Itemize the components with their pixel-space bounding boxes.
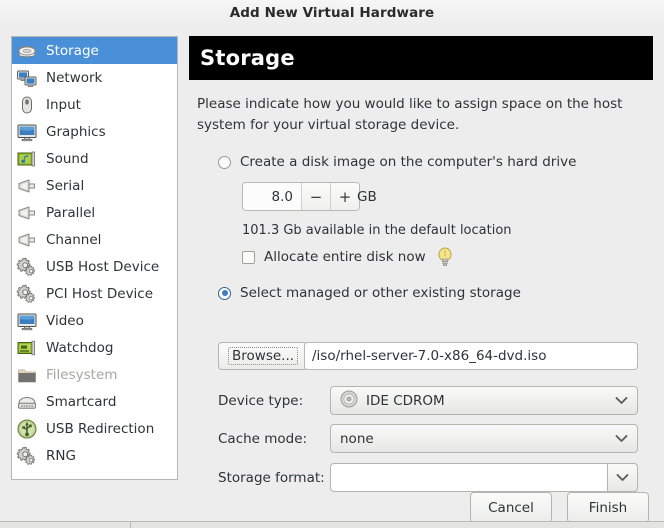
cancel-button[interactable]: Cancel (470, 492, 552, 523)
sidebar-item-label: RNG (46, 448, 76, 464)
cache-mode-value: none (340, 431, 374, 447)
sidebar-item-label: Parallel (46, 205, 95, 221)
allocate-disk-row[interactable]: Allocate entire disk now (242, 247, 454, 267)
smartcard-reader-icon (16, 391, 38, 413)
gears-icon (16, 283, 38, 305)
sidebar-item-usb-host-device[interactable]: USB Host Device (12, 253, 177, 280)
pane-description: Please indicate how you would like to as… (197, 94, 627, 136)
chevron-down-icon[interactable] (615, 387, 628, 414)
sidebar-item-filesystem[interactable]: Filesystem (12, 361, 177, 388)
allocate-disk-checkbox[interactable] (242, 251, 255, 264)
sidebar-item-label: USB Host Device (46, 259, 159, 275)
sidebar-item-label: Filesystem (46, 367, 117, 383)
browse-button[interactable]: Browse... (218, 342, 308, 370)
sidebar-item-label: Input (46, 97, 81, 113)
disk-size-increment-button[interactable]: + (330, 183, 359, 210)
monitor-icon (16, 121, 38, 143)
create-disk-radio[interactable] (218, 156, 231, 169)
cancel-button-label: Cancel (488, 500, 534, 516)
add-hardware-dialog: Add New Virtual Hardware Storage Network I… (0, 0, 664, 528)
network-icon (16, 67, 38, 89)
disk-size-decrement-button[interactable]: − (301, 183, 330, 210)
pane-title: Storage (200, 46, 295, 70)
sidebar-item-smartcard[interactable]: Smartcard (12, 388, 177, 415)
hard-disk-icon (16, 40, 38, 62)
disk-size-stepper[interactable]: 8.0 − + (242, 182, 360, 211)
hardware-category-list[interactable]: Storage Network Input Graphics Sound Serial Pa… (11, 36, 178, 480)
cache-mode-combo[interactable]: none (330, 424, 638, 453)
dialog-body: Storage Network Input Graphics Sound Serial Pa… (0, 26, 664, 528)
window-title: Add New Virtual Hardware (230, 5, 435, 21)
browse-button-label: Browse... (228, 347, 298, 365)
sidebar-item-label: Channel (46, 232, 101, 248)
device-type-value: IDE CDROM (366, 393, 445, 409)
chevron-down-icon[interactable] (607, 463, 638, 492)
allocate-disk-label: Allocate entire disk now (264, 249, 426, 265)
finish-button-label: Finish (589, 500, 627, 516)
storage-pane: Storage Please indicate how you would li… (189, 36, 653, 480)
sidebar-item-channel[interactable]: Channel (12, 226, 177, 253)
existing-storage-radio[interactable] (218, 287, 231, 300)
gears-icon (16, 445, 38, 467)
sidebar-item-pci-host-device[interactable]: PCI Host Device (12, 280, 177, 307)
cache-mode-label: Cache mode: (218, 431, 307, 447)
sidebar-item-storage[interactable]: Storage (12, 37, 177, 64)
sidebar-item-label: Smartcard (46, 394, 116, 410)
watchdog-card-icon (16, 337, 38, 359)
sidebar-item-label: Graphics (46, 124, 106, 140)
bottom-edge-line (0, 521, 664, 522)
storage-format-combo[interactable] (330, 463, 638, 492)
lightbulb-icon (436, 247, 454, 267)
sidebar-item-label: Video (46, 313, 84, 329)
sidebar-item-rng[interactable]: RNG (12, 442, 177, 469)
titlebar: Add New Virtual Hardware (0, 0, 664, 26)
optical-disc-icon (340, 390, 358, 412)
folder-icon (16, 364, 38, 386)
channel-icon (16, 229, 38, 251)
chevron-down-icon[interactable] (615, 425, 628, 452)
sidebar-item-label: PCI Host Device (46, 286, 153, 302)
finish-button[interactable]: Finish (567, 492, 649, 523)
serial-port-icon (16, 175, 38, 197)
gears-icon (16, 256, 38, 278)
sidebar-item-video[interactable]: Video (12, 307, 177, 334)
mouse-icon (16, 94, 38, 116)
usb-icon (16, 418, 38, 440)
sidebar-item-usb-redirection[interactable]: USB Redirection (12, 415, 177, 442)
sidebar-item-label: Network (46, 70, 102, 86)
disk-size-unit-label: GB (357, 189, 377, 205)
parallel-port-icon (16, 202, 38, 224)
pane-banner: Storage (189, 36, 653, 80)
available-space-label: 101.3 Gb available in the default locati… (242, 223, 512, 238)
sidebar-item-label: Sound (46, 151, 89, 167)
sound-card-icon (16, 148, 38, 170)
monitor-icon (16, 310, 38, 332)
bottom-strip (0, 522, 664, 528)
storage-path-input[interactable]: /iso/rhel-server-7.0-x86_64-dvd.iso (304, 342, 638, 370)
storage-format-label: Storage format: (218, 470, 325, 486)
sidebar-item-graphics[interactable]: Graphics (12, 118, 177, 145)
sidebar-item-label: Watchdog (46, 340, 113, 356)
existing-storage-radio-row[interactable]: Select managed or other existing storage (218, 285, 521, 301)
device-type-combo[interactable]: IDE CDROM (330, 386, 638, 415)
sidebar-item-label: Storage (46, 43, 99, 59)
sidebar-item-input[interactable]: Input (12, 91, 177, 118)
sidebar-item-serial[interactable]: Serial (12, 172, 177, 199)
sidebar-item-sound[interactable]: Sound (12, 145, 177, 172)
sidebar-item-parallel[interactable]: Parallel (12, 199, 177, 226)
existing-storage-radio-label: Select managed or other existing storage (240, 285, 521, 301)
disk-size-value[interactable]: 8.0 (243, 183, 301, 210)
device-type-label: Device type: (218, 393, 303, 409)
sidebar-item-watchdog[interactable]: Watchdog (12, 334, 177, 361)
bottom-divider (130, 522, 131, 528)
sidebar-item-network[interactable]: Network (12, 64, 177, 91)
create-disk-radio-label: Create a disk image on the computer's ha… (240, 154, 576, 170)
sidebar-item-label: USB Redirection (46, 421, 154, 437)
create-disk-radio-row[interactable]: Create a disk image on the computer's ha… (218, 154, 576, 170)
sidebar-item-label: Serial (46, 178, 84, 194)
